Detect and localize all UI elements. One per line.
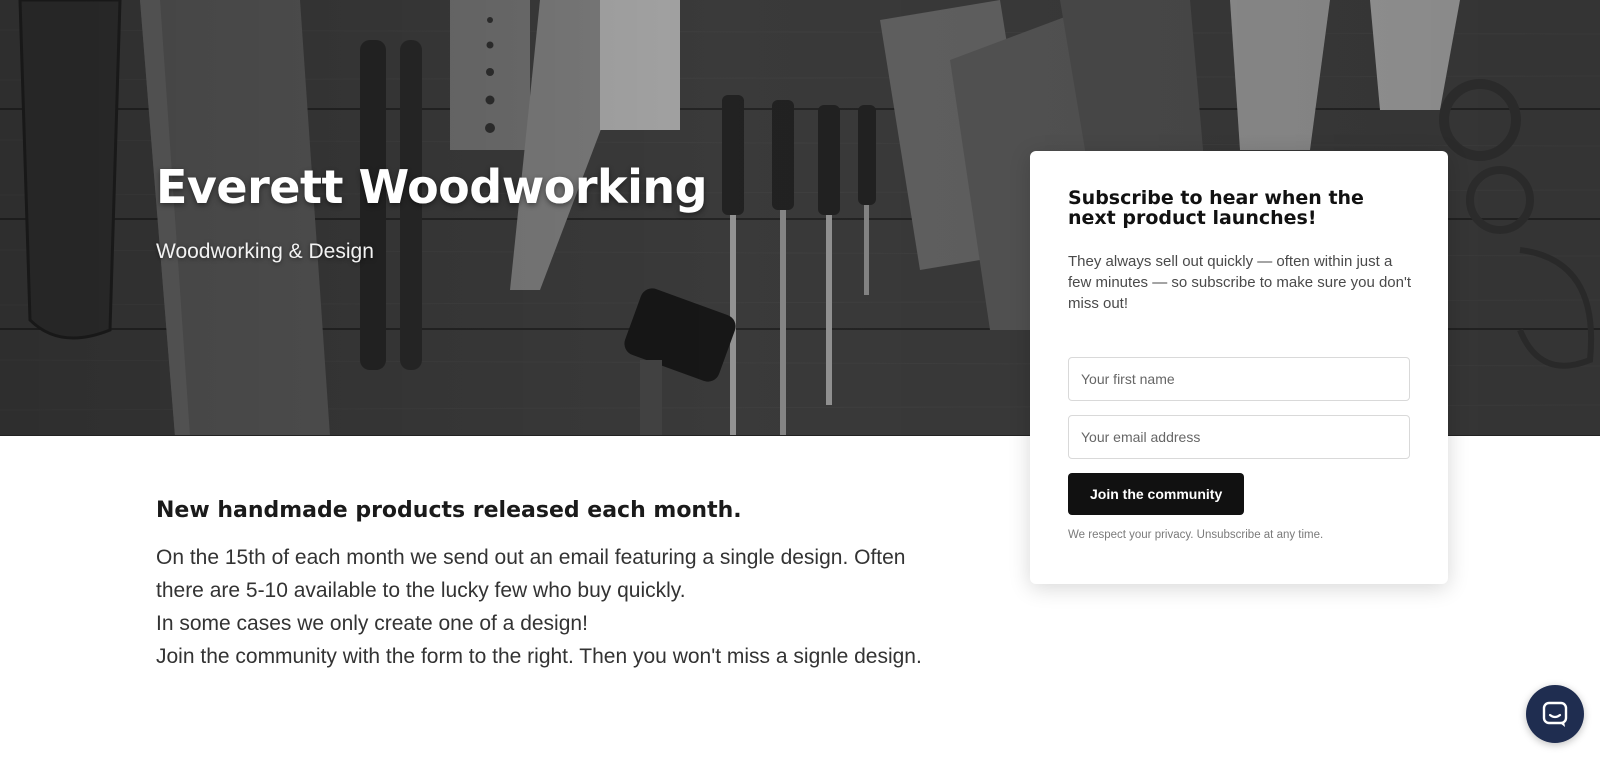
- join-community-button[interactable]: Join the community: [1068, 473, 1245, 515]
- privacy-note: We respect your privacy. Unsubscribe at …: [1068, 529, 1324, 541]
- main-content: New handmade products released each mont…: [156, 498, 986, 673]
- subscribe-description: They always sell out quickly — often wit…: [1068, 253, 1412, 312]
- subscribe-card: Subscribe to hear when the next product …: [1030, 151, 1448, 584]
- subscribe-title: Subscribe to hear when the next product …: [1068, 187, 1364, 229]
- chat-bubble-icon: [1542, 701, 1568, 727]
- chat-launcher-button[interactable]: [1526, 685, 1584, 743]
- first-name-input[interactable]: [1068, 357, 1410, 401]
- hero-subtitle: Woodworking & Design: [156, 240, 374, 263]
- content-paragraph-line: Join the community with the form to the …: [156, 645, 922, 668]
- content-paragraph-line: On the 15th of each month we send out an…: [156, 546, 906, 569]
- content-paragraph-line: In some cases we only create one of a de…: [156, 612, 588, 635]
- email-input[interactable]: [1068, 415, 1410, 459]
- hero-title: Everett Woodworking: [156, 160, 708, 214]
- content-heading: New handmade products released each mont…: [156, 498, 742, 523]
- content-paragraph-line: there are 5-10 available to the lucky fe…: [156, 579, 686, 602]
